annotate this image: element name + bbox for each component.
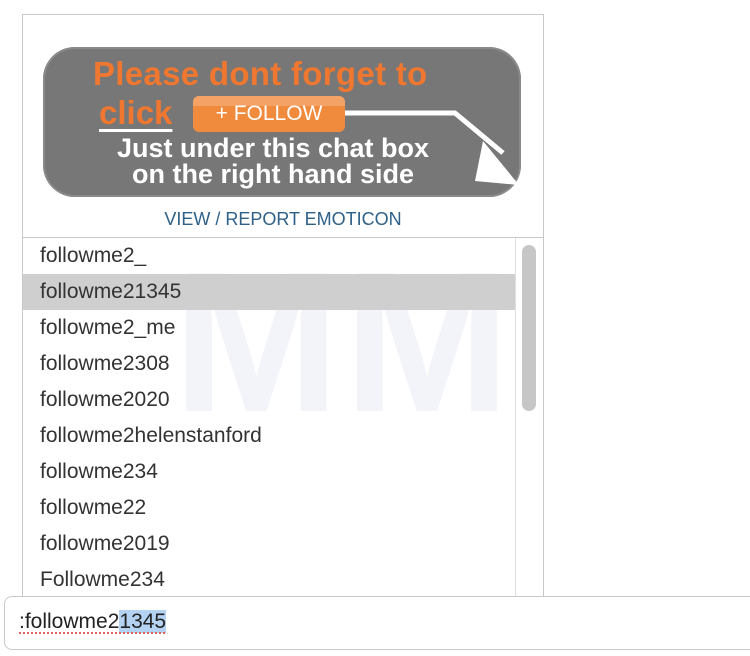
suggestion-list-area: MM followme2_ followme21345 followme2_me fo…	[23, 238, 543, 603]
view-report-emoticon-link[interactable]: VIEW / REPORT EMOTICON	[23, 209, 543, 230]
emoticon-follow-graphic: + FOLLOW	[193, 96, 345, 132]
emoticon-text-line4: on the right hand side	[132, 159, 414, 189]
emoticon-image: Please dont forget to click + FOLLOW Jus…	[43, 47, 521, 197]
suggestion-item[interactable]: followme2020	[23, 382, 515, 418]
emoticon-autocomplete-popup: Please dont forget to click + FOLLOW Jus…	[22, 14, 544, 604]
chat-message-input[interactable]: :followme21345	[4, 596, 750, 650]
scrollbar-thumb[interactable]	[522, 245, 536, 411]
emoticon-preview: Please dont forget to click + FOLLOW Jus…	[23, 15, 543, 238]
suggestion-item[interactable]: followme2_	[23, 238, 515, 274]
suggestion-list: followme2_ followme21345 followme2_me follo…	[23, 238, 515, 598]
autocomplete-selection: 1345	[119, 610, 167, 633]
suggestion-item[interactable]: followme22	[23, 490, 515, 526]
chat-input-text: :followme21345	[19, 610, 167, 634]
suggestion-item[interactable]: followme2helenstanford	[23, 418, 515, 454]
suggestion-item[interactable]: followme234	[23, 454, 515, 490]
suggestion-item[interactable]: followme2019	[23, 526, 515, 562]
emoticon-text-line3: Just under this chat box	[116, 133, 430, 163]
emoticon-text-line1: Please dont forget to	[93, 55, 428, 92]
emoticon-text-lines: Just under this chat box on the right ha…	[93, 133, 453, 189]
emoticon-click-word: click	[99, 94, 173, 131]
emoticon-follow-label: + FOLLOW	[215, 102, 323, 125]
suggestion-item[interactable]: Followme234	[23, 562, 515, 598]
suggestion-item[interactable]: followme21345	[23, 274, 515, 310]
chat-input-typed-text: :followme21345	[19, 610, 167, 633]
suggestion-item[interactable]: followme2_me	[23, 310, 515, 346]
suggestion-item[interactable]: followme2308	[23, 346, 515, 382]
typed-prefix: :followme2	[19, 610, 120, 633]
